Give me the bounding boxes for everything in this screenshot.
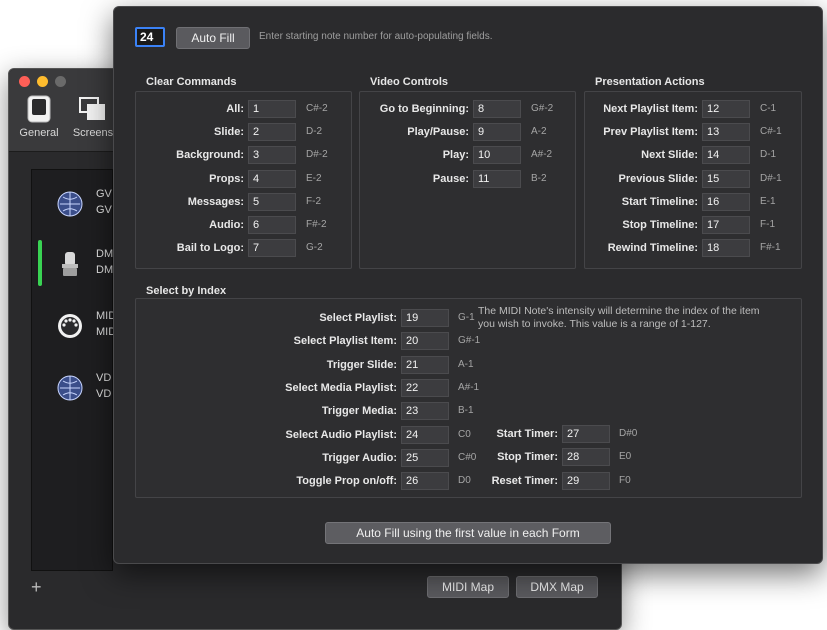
note-number-field[interactable]: 19 [401,309,449,327]
note-name: F-1 [760,219,775,230]
note-name: E-1 [760,195,776,207]
device-name: VD [96,372,112,384]
toolbar-screens-label: Screens [72,127,114,139]
zoom-window-button[interactable] [55,76,66,87]
toolbar-general-label: General [19,127,59,139]
auto-fill-button[interactable]: Auto Fill [176,27,250,49]
note-number-field[interactable]: 21 [401,355,449,374]
note-name: A-1 [458,358,474,370]
note-number-field[interactable]: 22 [401,378,449,397]
midi-map-panel: 24 Auto Fill Enter starting note number … [113,6,823,564]
note-number-field[interactable]: 29 [562,471,610,490]
form-row: Start Timer: 27 D#0 [114,425,814,443]
note-name: B-1 [458,405,474,417]
field-label: Next Slide: [641,149,698,162]
form-row: Stop Timeline: 17 F-1 [114,216,814,234]
form-row: Trigger Media: 23 B-1 [114,402,814,421]
form-row: Stop Timer: 28 E0 [114,448,814,467]
clear-commands-title: Clear Commands [146,76,237,88]
device-item[interactable]: VD VD [32,360,112,420]
field-label: Select Playlist Item: [293,335,397,348]
device-item-selected[interactable]: DM DM [32,236,114,296]
note-number-field[interactable]: 14 [702,146,750,165]
note-name: D#-1 [760,172,782,184]
auto-fill-hint: Enter starting note number for auto-popu… [259,31,493,42]
add-device-button[interactable]: + [31,577,42,598]
note-number-field[interactable]: 23 [401,402,449,421]
form-row: Next Playlist Item: 12 C-1 [114,100,814,118]
field-label: Reset Timer: [491,474,558,487]
dmx-map-button[interactable]: DMX Map [516,576,598,598]
device-item[interactable]: GV GV [32,176,112,236]
note-name: A#-1 [458,381,480,393]
field-label: Rewind Timeline: [607,242,698,255]
globe-icon [57,375,83,401]
note-number-field[interactable]: 18 [702,239,750,258]
field-label: Next Playlist Item: [603,103,698,115]
field-label: Stop Timer: [497,451,558,464]
intensity-description: The MIDI Note's intensity will determine… [478,305,760,330]
note-number-field[interactable]: 15 [702,169,750,188]
field-label: Prev Playlist Item: [603,126,698,139]
globe-icon [57,191,83,217]
note-number-field[interactable]: 12 [702,100,750,118]
form-row: Rewind Timeline: 18 F#-1 [114,239,814,258]
field-label: Start Timer: [496,428,558,440]
field-label: Stop Timeline: [622,219,698,231]
form-row: Reset Timer: 29 F0 [114,471,814,490]
midi-map-button[interactable]: MIDI Map [427,576,509,598]
note-number-field[interactable]: 16 [702,192,750,211]
minimize-window-button[interactable] [37,76,48,87]
note-name: F#-1 [760,242,781,254]
video-controls-title: Video Controls [370,76,449,88]
form-row: Start Timeline: 16 E-1 [114,192,814,211]
general-icon [27,95,51,123]
note-name: E0 [619,451,632,463]
note-name: C#-1 [760,126,782,138]
note-number-field[interactable]: 28 [562,448,610,467]
midi-port-icon [58,314,82,338]
field-label: Select Media Playlist: [285,381,397,394]
field-label: Previous Slide: [618,172,698,185]
auto-fill-first-value-button[interactable]: Auto Fill using the first value in each … [325,522,611,544]
device-type: VD [96,388,112,400]
form-row: Trigger Slide: 21 A-1 [114,355,814,374]
device-name: GV [96,188,112,200]
close-window-button[interactable] [19,76,30,87]
device-type: GV [96,204,112,216]
form-row: Select Media Playlist: 22 A#-1 [114,378,814,397]
field-label: Trigger Slide: [326,358,397,371]
screens-icon [79,97,105,120]
note-name: G-1 [458,312,475,323]
form-row: Prev Playlist Item: 13 C#-1 [114,123,814,142]
note-number-field[interactable]: 20 [401,332,449,351]
presentation-actions-title: Presentation Actions [595,76,705,88]
form-row: Select Playlist Item: 20 G#-1 [114,332,814,351]
field-label: Trigger Media: [321,405,397,418]
toolbar-general-button[interactable]: General [11,93,67,139]
note-number-field[interactable]: 27 [562,425,610,443]
selection-indicator [38,240,42,286]
start-note-input[interactable]: 24 [135,27,165,47]
note-name: F0 [619,474,631,486]
note-name: G#-1 [458,335,481,347]
device-item[interactable]: MID MID [32,298,116,358]
form-row: Next Slide: 14 D-1 [114,146,814,165]
device-list: GV GV DM DM MID MID VD VD [31,169,116,571]
select-by-index-title: Select by Index [146,285,227,297]
device-name: DM [96,248,114,260]
note-number-field[interactable]: 17 [702,216,750,234]
field-label: Select Playlist: [319,312,397,324]
note-number-field[interactable]: 13 [702,123,750,142]
moving-head-light-icon [62,252,78,276]
device-type: DM [96,264,114,276]
note-name: D#0 [619,428,638,439]
field-label: Start Timeline: [621,195,698,208]
note-name: D-1 [760,149,777,161]
note-name: C-1 [760,103,777,114]
form-row: Previous Slide: 15 D#-1 [114,169,814,188]
